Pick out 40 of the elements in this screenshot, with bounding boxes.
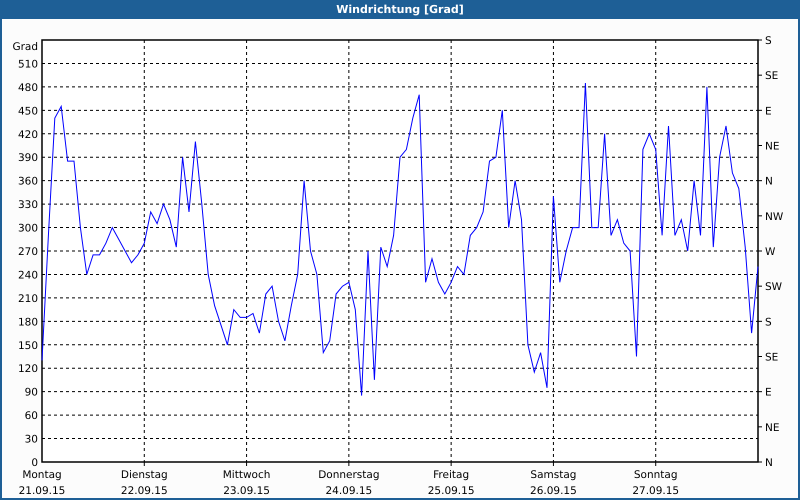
x-tick-label: Freitag 25.09.15	[428, 469, 475, 497]
y-axis-label: Grad	[12, 41, 38, 53]
y-tick-label: 60	[24, 410, 38, 422]
x-tick-label: Samstag 26.09.15	[530, 469, 577, 497]
compass-tick-label: S	[765, 35, 772, 47]
y-tick-label: 300	[18, 222, 38, 235]
y-tick-label: 240	[18, 269, 38, 282]
y-tick-label: 30	[24, 434, 38, 446]
compass-tick-label: E	[765, 386, 772, 399]
compass-tick-label: S	[765, 316, 772, 328]
y-tick-label: 150	[18, 340, 38, 352]
y-tick-label: 450	[18, 105, 38, 118]
compass-tick-label: W	[765, 246, 776, 258]
y-tick-label: 480	[18, 82, 38, 94]
y-tick-label: 90	[24, 386, 38, 399]
y-tick-label: 360	[18, 176, 38, 188]
y-tick-label: 0	[31, 457, 38, 469]
x-tick-label: Sonntag 27.09.15	[632, 469, 680, 497]
y-tick-label: 390	[18, 152, 38, 164]
compass-tick-label: NW	[765, 210, 784, 223]
y-tick-label: 420	[18, 128, 38, 141]
compass-tick-label: N	[765, 176, 773, 188]
compass-tick-label: SE	[765, 70, 778, 82]
x-tick-label: Donnerstag 24.09.15	[318, 469, 380, 497]
compass-tick-label: N	[765, 457, 773, 469]
window-title: Windrichtung [Grad]	[336, 3, 464, 16]
compass-tick-label: SE	[765, 352, 778, 364]
y-tick-label: 120	[18, 363, 38, 376]
x-tick-label: Montag 21.09.15	[18, 469, 66, 497]
y-tick-label: 510	[18, 58, 38, 70]
compass-tick-label: SW	[765, 281, 782, 294]
y-tick-label: 180	[18, 316, 38, 328]
compass-tick-label: NE	[765, 140, 780, 152]
x-tick-label: Dienstag 22.09.15	[120, 469, 168, 497]
y-tick-label: 210	[18, 292, 38, 305]
y-tick-label: 270	[18, 246, 38, 258]
x-tick-label: Mittwoch 23.09.15	[222, 469, 270, 497]
compass-tick-label: E	[765, 105, 772, 118]
y-tick-label: 330	[18, 199, 38, 212]
compass-tick-label: NE	[765, 422, 780, 434]
